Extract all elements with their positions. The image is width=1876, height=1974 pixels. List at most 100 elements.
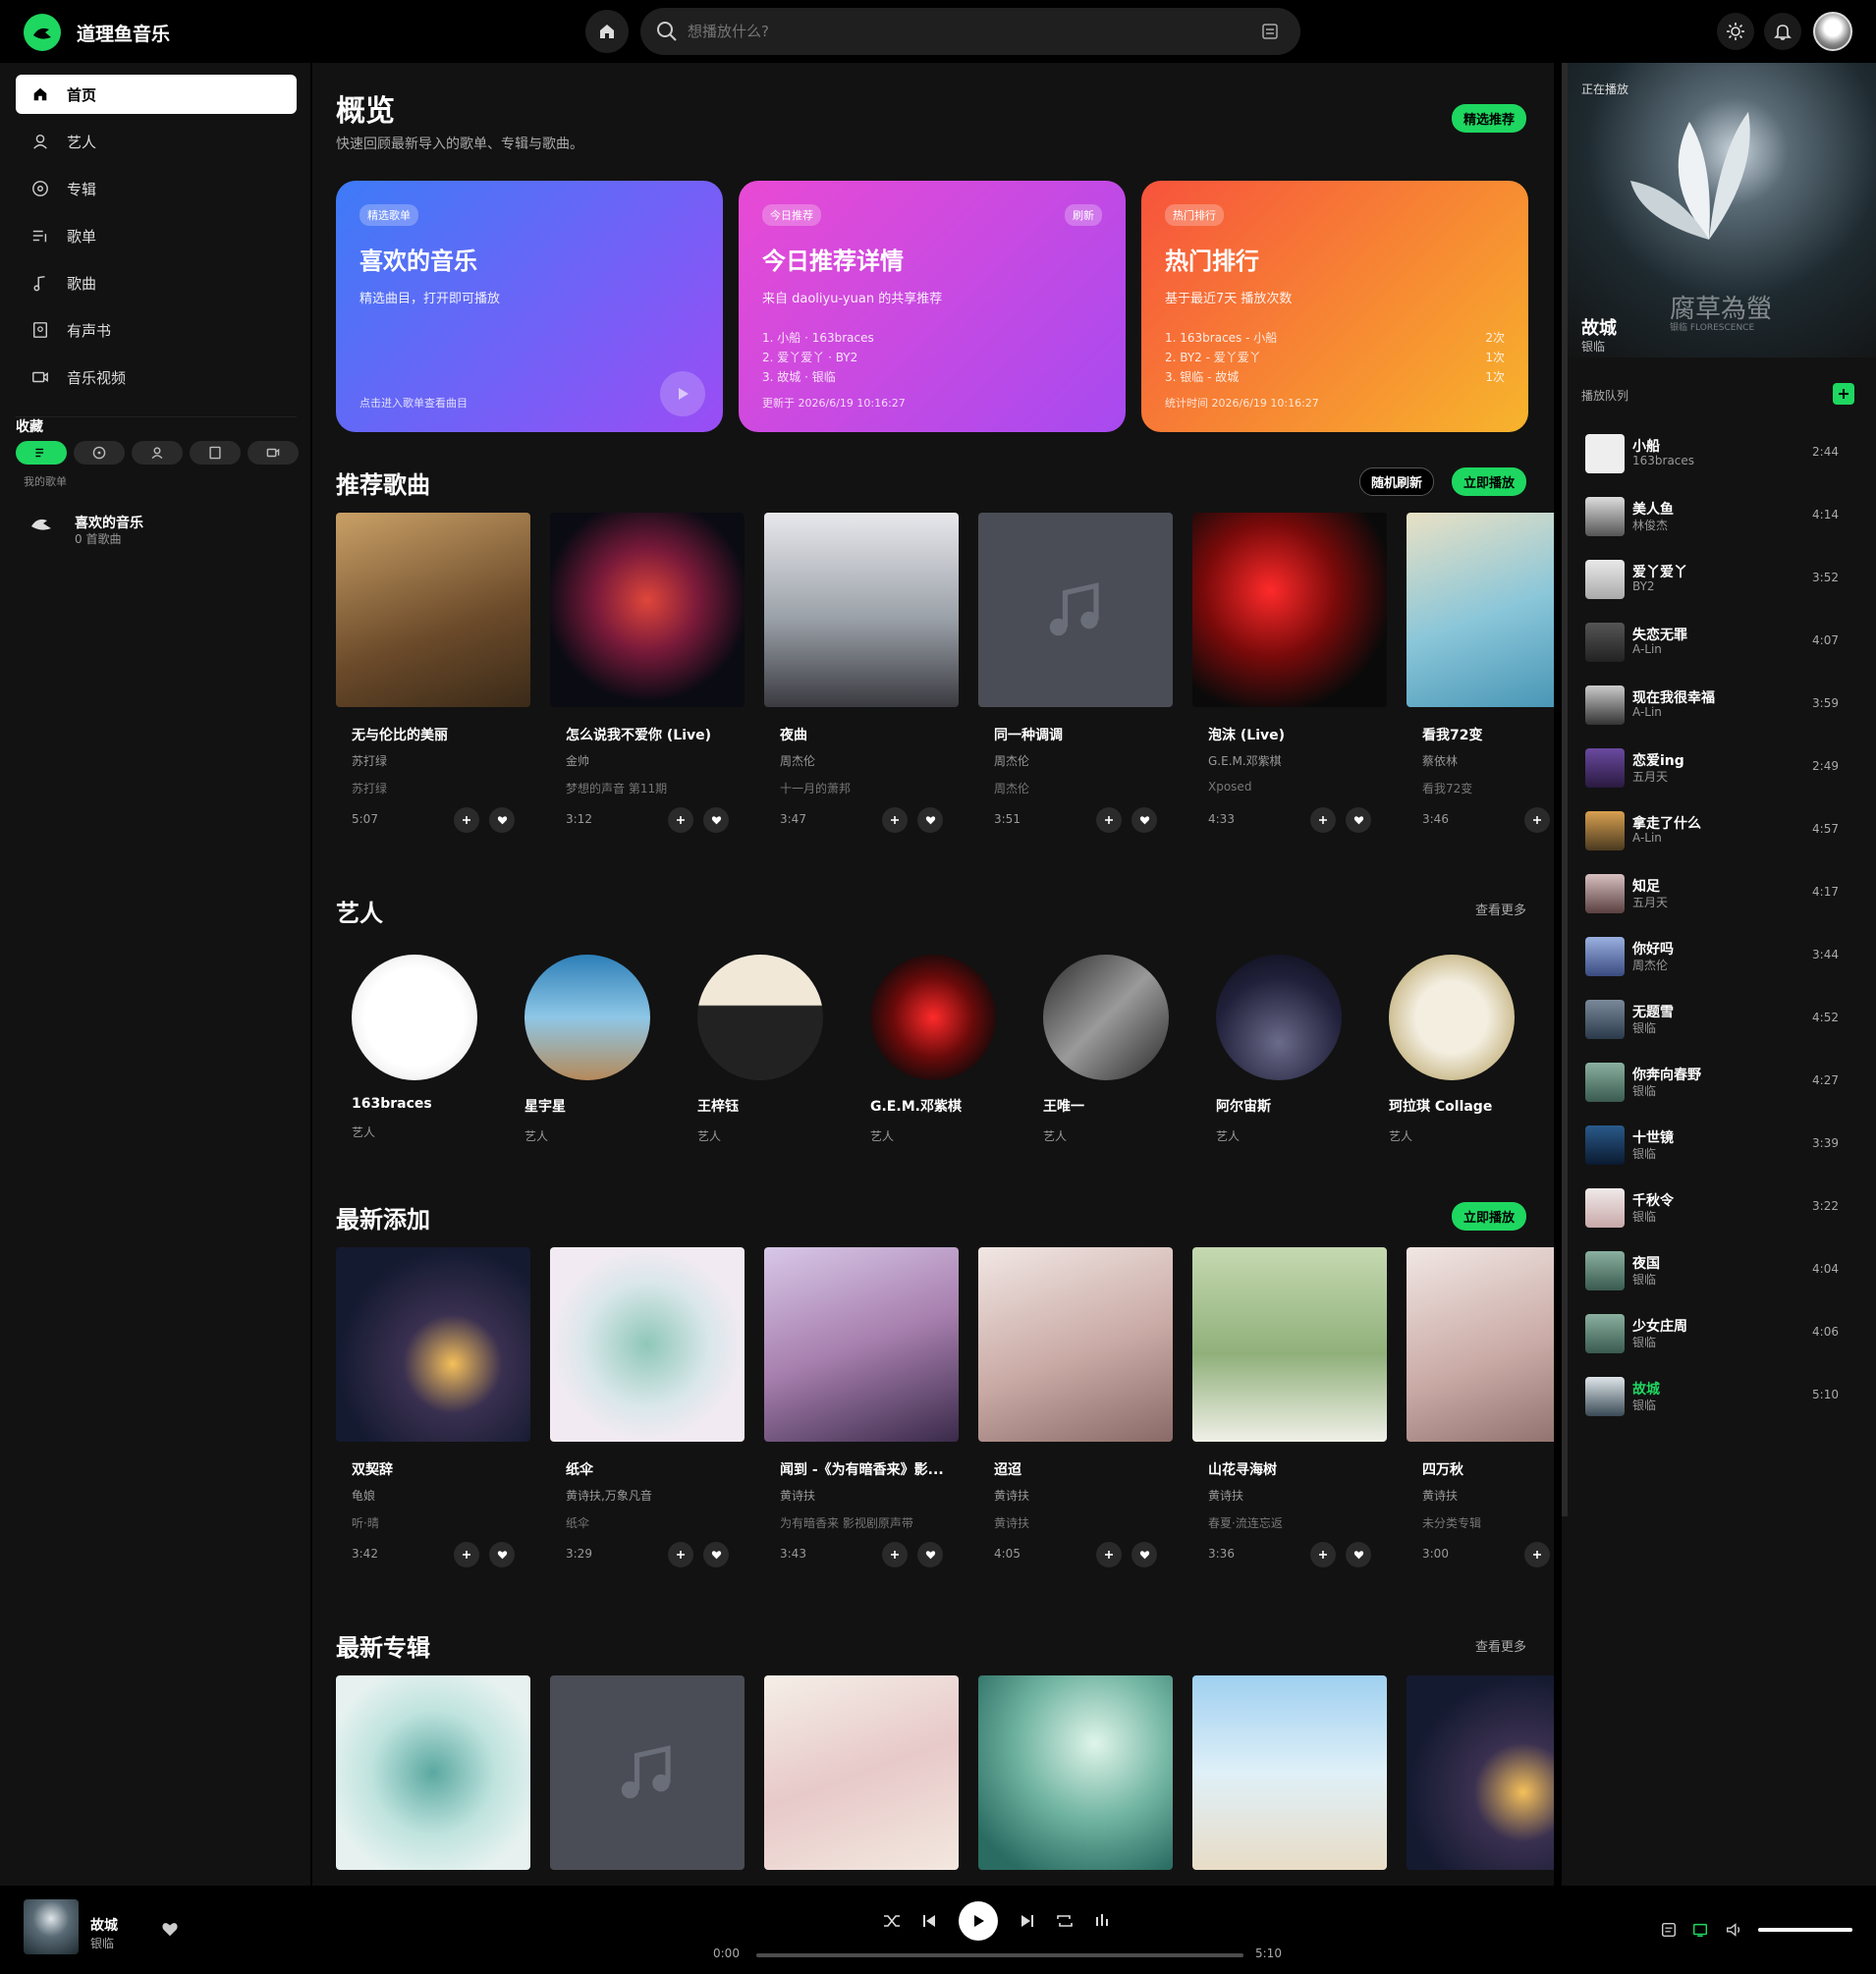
sidebar-item-audiobooks[interactable]: 有声书 [16, 310, 297, 350]
card-top-charts[interactable]: 热门排行 热门排行 基于最近7天 播放次数 1. 163braces - 小船 … [1141, 181, 1528, 432]
add-to-queue-button[interactable] [1833, 383, 1854, 405]
song-card[interactable]: 同一种调调 周杰伦 周杰伦 3:51 [978, 513, 1175, 833]
song-cover[interactable] [1407, 513, 1554, 707]
like-button[interactable] [917, 807, 943, 833]
artist-card[interactable]: 王唯一 艺人 [1027, 955, 1185, 1144]
album-cover[interactable] [764, 1675, 959, 1870]
song-cover[interactable] [764, 513, 959, 707]
artist-avatar[interactable] [1216, 955, 1342, 1080]
artist-card[interactable]: 珂拉琪 Collage 艺人 [1373, 955, 1530, 1144]
queue-item[interactable]: 夜国 银临 4:04 [1585, 1245, 1852, 1294]
album-cover[interactable] [1407, 1675, 1554, 1870]
queue-item[interactable]: 十世镜 银临 3:39 [1585, 1120, 1852, 1169]
artist-card[interactable]: 王梓钰 艺人 [682, 955, 839, 1144]
queue-item[interactable]: 美人鱼 林俊杰 4:14 [1585, 491, 1852, 540]
equalizer-icon[interactable] [1092, 1911, 1112, 1931]
queue-item[interactable]: 故城 银临 5:10 [1585, 1371, 1852, 1420]
queue-item[interactable]: 无题雪 银临 4:52 [1585, 994, 1852, 1043]
artists-more-link[interactable]: 查看更多 [1475, 900, 1526, 918]
song-card[interactable]: 夜曲 周杰伦 十一月的萧邦 3:47 [764, 513, 961, 833]
artist-card[interactable]: 阿尔宙斯 艺人 [1200, 955, 1357, 1144]
player-song-artist[interactable]: 银临 [90, 1935, 114, 1951]
like-button[interactable] [1346, 807, 1371, 833]
favorites-tab-albums[interactable] [74, 441, 125, 465]
like-button[interactable] [1131, 807, 1157, 833]
avatar[interactable] [1813, 12, 1852, 51]
song-cover[interactable] [336, 1247, 530, 1442]
sidebar-item-albums[interactable]: 专辑 [16, 169, 297, 208]
refresh-button[interactable]: 刷新 [1065, 204, 1102, 226]
queue-item[interactable]: 爱丫爱丫 BY2 3:52 [1585, 554, 1852, 603]
sidebar-item-home[interactable]: 首页 [16, 75, 297, 114]
album-cover[interactable] [978, 1675, 1173, 1870]
song-card[interactable]: 无与伦比的美丽 苏打绿 苏打绿 5:07 [336, 513, 532, 833]
like-button[interactable] [489, 807, 515, 833]
like-button[interactable] [917, 1542, 943, 1567]
add-to-queue-button[interactable] [1524, 1542, 1550, 1567]
device-icon[interactable] [1691, 1921, 1709, 1939]
artist-avatar[interactable] [1043, 955, 1169, 1080]
like-button[interactable] [703, 1542, 729, 1567]
browse-icon[interactable] [1261, 23, 1279, 40]
artist-avatar[interactable] [870, 955, 996, 1080]
queue-item[interactable]: 你奔向春野 银临 4:27 [1585, 1057, 1852, 1106]
add-to-queue-button[interactable] [882, 807, 908, 833]
song-card[interactable]: 怎么说我不爱你 (Live) 金帅 梦想的声音 第11期 3:12 [550, 513, 746, 833]
lyrics-icon[interactable] [1660, 1921, 1678, 1939]
artist-name[interactable]: 王唯一 [1043, 1096, 1185, 1116]
player-album-art[interactable] [24, 1899, 79, 1954]
play-now-button[interactable]: 立即播放 [1452, 467, 1527, 496]
sidebar-item-playlists[interactable]: 歌单 [16, 216, 297, 255]
favorites-tab-videos[interactable] [248, 441, 299, 465]
song-card[interactable]: 双契辞 龟娘 听·晴 3:42 [336, 1247, 532, 1567]
albums-more-link[interactable]: 查看更多 [1475, 1636, 1526, 1655]
add-to-queue-button[interactable] [1310, 1542, 1336, 1567]
queue-item[interactable]: 小船 163braces 2:44 [1585, 428, 1852, 477]
artist-name[interactable]: 163braces [352, 1096, 493, 1112]
add-to-queue-button[interactable] [1524, 807, 1550, 833]
song-title[interactable]: 同一种调调 [994, 725, 1171, 744]
queue-item[interactable]: 千秋令 银临 3:22 [1585, 1182, 1852, 1232]
add-to-queue-button[interactable] [454, 1542, 479, 1567]
artist-card[interactable]: 163braces 艺人 [336, 955, 493, 1140]
song-card[interactable]: 四万秋 黄诗扶 未分类专辑 3:00 [1407, 1247, 1554, 1567]
like-button[interactable] [489, 1542, 515, 1567]
song-title[interactable]: 闻到 -《为有暗香来》影... [780, 1459, 957, 1479]
album-cover[interactable] [1192, 1675, 1387, 1870]
song-cover[interactable] [336, 513, 530, 707]
sidebar-item-songs[interactable]: 歌曲 [16, 263, 297, 302]
playlist-liked-songs[interactable]: 喜欢的音乐 0 首歌曲 [24, 507, 289, 550]
song-title[interactable]: 双契辞 [352, 1459, 528, 1479]
song-title[interactable]: 夜曲 [780, 725, 957, 744]
like-heart-icon[interactable] [161, 1921, 179, 1939]
song-cover[interactable] [764, 1247, 959, 1442]
song-title[interactable]: 纸伞 [566, 1459, 743, 1479]
song-title[interactable]: 怎么说我不爱你 (Live) [566, 725, 743, 744]
player-song-title[interactable]: 故城 [90, 1915, 118, 1935]
artist-avatar[interactable] [697, 955, 823, 1080]
favorites-tab-artists[interactable] [132, 441, 183, 465]
favorites-tab-audiobooks[interactable] [190, 441, 241, 465]
card-liked-music[interactable]: 精选歌单 喜欢的音乐 精选曲目，打开即可播放 点击进入歌单查看曲目 [336, 181, 723, 432]
song-card[interactable]: 山花寻海树 黄诗扶 春夏·流连忘返 3:36 [1192, 1247, 1389, 1567]
artist-avatar[interactable] [352, 955, 477, 1080]
song-title[interactable]: 无与伦比的美丽 [352, 725, 528, 744]
song-card[interactable]: 闻到 -《为有暗香来》影... 黄诗扶 为有暗香来 影视剧原声带 3:43 [764, 1247, 961, 1567]
song-card[interactable]: 纸伞 黄诗扶,万象凡音 纸伞 3:29 [550, 1247, 746, 1567]
add-to-queue-button[interactable] [668, 807, 693, 833]
song-title[interactable]: 泡沫 (Live) [1208, 725, 1385, 744]
queue-item[interactable]: 拿走了什么 A-Lin 4:57 [1585, 805, 1852, 854]
song-card[interactable]: 看我72变 蔡依林 看我72变 3:46 [1407, 513, 1554, 833]
previous-icon[interactable] [919, 1911, 939, 1931]
song-cover[interactable] [978, 513, 1173, 707]
like-button[interactable] [703, 807, 729, 833]
song-card[interactable]: 迢迢 黄诗扶 黄诗扶 4:05 [978, 1247, 1175, 1567]
add-to-queue-button[interactable] [1096, 1542, 1122, 1567]
artist-card[interactable]: G.E.M.邓紫棋 艺人 [855, 955, 1012, 1144]
album-cover[interactable] [550, 1675, 745, 1870]
app-logo-icon[interactable] [24, 14, 61, 51]
song-title[interactable]: 四万秋 [1422, 1459, 1554, 1479]
queue-item[interactable]: 现在我很幸福 A-Lin 3:59 [1585, 680, 1852, 729]
queue-item[interactable]: 失恋无罪 A-Lin 4:07 [1585, 617, 1852, 666]
play-pause-button[interactable] [959, 1901, 998, 1941]
